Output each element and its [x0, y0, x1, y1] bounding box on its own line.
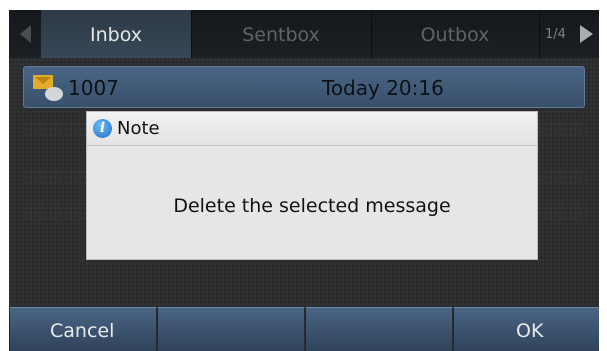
tab-sentbox[interactable]: Sentbox: [191, 10, 372, 58]
ok-softkey[interactable]: OK: [453, 307, 599, 351]
tab-right-arrow-icon[interactable]: [578, 10, 599, 58]
tab-outbox[interactable]: Outbox: [371, 10, 540, 58]
info-icon: i: [93, 119, 112, 138]
message-sender: 1007: [68, 76, 119, 100]
dialog-header: i Note: [87, 112, 537, 146]
tab-bar: Inbox Sentbox Outbox 1/4: [9, 10, 599, 58]
note-dialog: i Note Delete the selected message: [86, 111, 538, 260]
softkey-3[interactable]: [305, 307, 452, 351]
tab-page-indicator: 1/4: [545, 27, 566, 42]
phone-screen: Inbox Sentbox Outbox 1/4 1007 Today 20:1…: [9, 10, 599, 351]
softkey-bar: Cancel OK: [9, 307, 599, 351]
cancel-softkey[interactable]: Cancel: [9, 307, 156, 351]
dialog-title: Note: [117, 118, 160, 139]
tab-left-arrow-icon[interactable]: [9, 10, 41, 58]
softkey-2[interactable]: [157, 307, 304, 351]
tab-inbox[interactable]: Inbox: [41, 10, 192, 58]
dialog-message: Delete the selected message: [173, 195, 451, 217]
message-time: Today 20:16: [322, 76, 444, 100]
envelope-icon: [33, 75, 63, 103]
message-row-selected[interactable]: 1007 Today 20:16: [23, 66, 585, 108]
